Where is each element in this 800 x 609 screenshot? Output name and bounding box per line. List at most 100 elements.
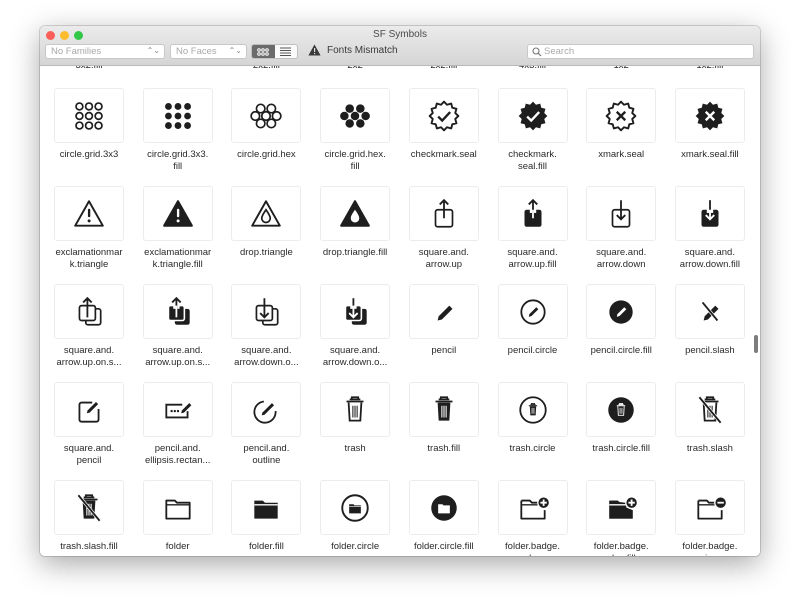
symbol-tile[interactable] [586,186,657,241]
symbol-tile[interactable] [408,186,479,241]
exclamationmark-triangle-fill-icon [162,199,193,227]
symbol-label: 4x3.fill [489,66,577,72]
symbol-label: xmark.seal [577,149,665,161]
symbol-label-line: square.and. [596,247,647,258]
symbol-label-line: minus [666,553,754,557]
scrollbar-thumb[interactable] [754,335,758,353]
list-view-button[interactable] [275,45,298,58]
symbols-grid: 3x2.fill2x2.fill2x22x2.fill4x3.fill1x21x… [40,66,760,556]
faces-select[interactable]: No Faces ⌃⌄ [170,44,247,59]
symbol-label: trash.slash.fill [45,541,133,553]
symbol-label-line: trash [344,443,366,454]
symbol-tile[interactable] [586,284,657,339]
symbol-tile[interactable] [142,284,213,339]
folder-circle-icon [341,493,369,522]
folder-badge-plus-icon [519,495,550,520]
folder-badge-minus-icon [697,495,727,520]
symbol-label: square.and. arrow.down [577,247,665,270]
symbol-tile[interactable] [408,284,479,339]
symbol-tile[interactable] [674,480,745,535]
symbol-label-line: ellipsis.rectan... [144,454,211,466]
drop-triangle-fill-icon [340,199,370,227]
symbol-label: circle.grid.3x3 [45,149,133,161]
grid-icon [257,47,270,56]
families-select-value: No Families [51,46,102,57]
symbol-tile[interactable] [497,382,568,437]
symbol-tile[interactable] [586,480,657,535]
symbol-tile[interactable] [54,382,124,437]
grid-view-button[interactable] [252,45,275,58]
symbol-label: square.and. arrow.down.o... [311,345,399,368]
symbol-tile[interactable] [497,186,568,241]
symbol-label: square.and. arrow.up.on.s... [134,345,222,368]
pencil-circle-fill-icon [609,299,633,324]
square-and-arrow-down-on-square-fill-icon [344,297,367,325]
symbol-tile[interactable] [674,284,745,339]
symbol-label-line: pencil.and. [243,443,290,454]
symbol-tile[interactable] [320,480,391,535]
symbol-label: checkmark.seal [400,149,488,161]
symbol-tile[interactable] [142,382,213,437]
symbol-label-line: arrow.down [596,258,646,270]
symbol-tile[interactable] [586,382,657,437]
symbol-tile[interactable] [320,382,391,437]
symbol-tile[interactable] [408,88,479,143]
symbol-label-line: folder.circle.fill [413,541,474,552]
symbol-label-line: circle.grid.3x3. [147,149,209,160]
symbol-tile[interactable] [54,186,124,241]
pencil-circle-icon [519,298,546,325]
symbol-label-line: plus.fill [577,553,665,557]
families-select[interactable]: No Families ⌃⌄ [45,44,165,59]
symbol-label: exclamationmar k.triangle.fill [134,247,222,270]
symbol-label-line: outline [252,454,281,466]
fonts-mismatch-warning[interactable]: Fonts Mismatch [308,44,398,56]
symbol-tile[interactable] [142,88,213,143]
symbol-tile[interactable] [674,382,745,437]
pencil-and-ellipsis-rectangle-icon [165,402,192,418]
symbol-label-line: drop.triangle.fill [322,247,388,258]
symbol-label-line: trash.circle [509,443,556,454]
folder-fill-icon [254,500,279,519]
symbol-label-line: arrow.down.fill [679,258,740,270]
symbol-tile[interactable] [674,186,745,241]
symbol-tile[interactable] [142,186,213,241]
drop-triangle-icon [251,199,282,227]
symbol-tile[interactable] [408,480,479,535]
symbol-label-line: arrow.down.o... [234,356,299,368]
checkmark-seal-icon [428,100,460,131]
symbol-label: square.and. arrow.down.o... [222,345,310,368]
symbol-tile[interactable] [142,480,213,535]
symbol-tile[interactable] [320,284,391,339]
symbol-label-line: arrow.up [425,258,463,270]
symbol-label-line: folder [165,541,190,552]
symbol-tile[interactable] [231,382,302,437]
symbol-tile[interactable] [586,88,657,143]
symbol-tile[interactable] [231,186,302,241]
symbol-label: 2x2.fill [400,66,488,72]
symbol-tile[interactable] [231,88,302,143]
symbol-tile[interactable] [674,88,745,143]
symbol-tile[interactable] [320,88,391,143]
symbol-label: drop.triangle [222,247,310,259]
square-and-arrow-down-on-square-icon [255,297,279,326]
chevron-updown-icon: ⌃⌄ [228,46,242,55]
symbol-tile[interactable] [54,284,124,339]
search-input[interactable]: Search [527,44,754,59]
pencil-slash-icon [701,300,719,322]
trash-icon [346,395,364,422]
symbol-label-line: square.and. [63,345,115,356]
symbol-tile[interactable] [54,88,124,143]
symbol-tile[interactable] [497,88,568,143]
symbol-label: circle.grid.3x3. fill [134,149,222,172]
symbol-tile[interactable] [231,284,302,339]
symbol-tile[interactable] [497,480,568,535]
symbol-label: 3x2.fill [45,66,133,72]
symbol-tile[interactable] [231,480,302,535]
symbol-tile[interactable] [497,284,568,339]
symbol-label-line: trash.fill [427,443,461,454]
square-and-arrow-up-fill-icon [524,198,541,227]
symbol-tile[interactable] [408,382,479,437]
symbol-tile[interactable] [320,186,391,241]
symbol-label-line: xmark.seal.fill [681,149,739,160]
symbol-tile[interactable] [54,480,124,535]
